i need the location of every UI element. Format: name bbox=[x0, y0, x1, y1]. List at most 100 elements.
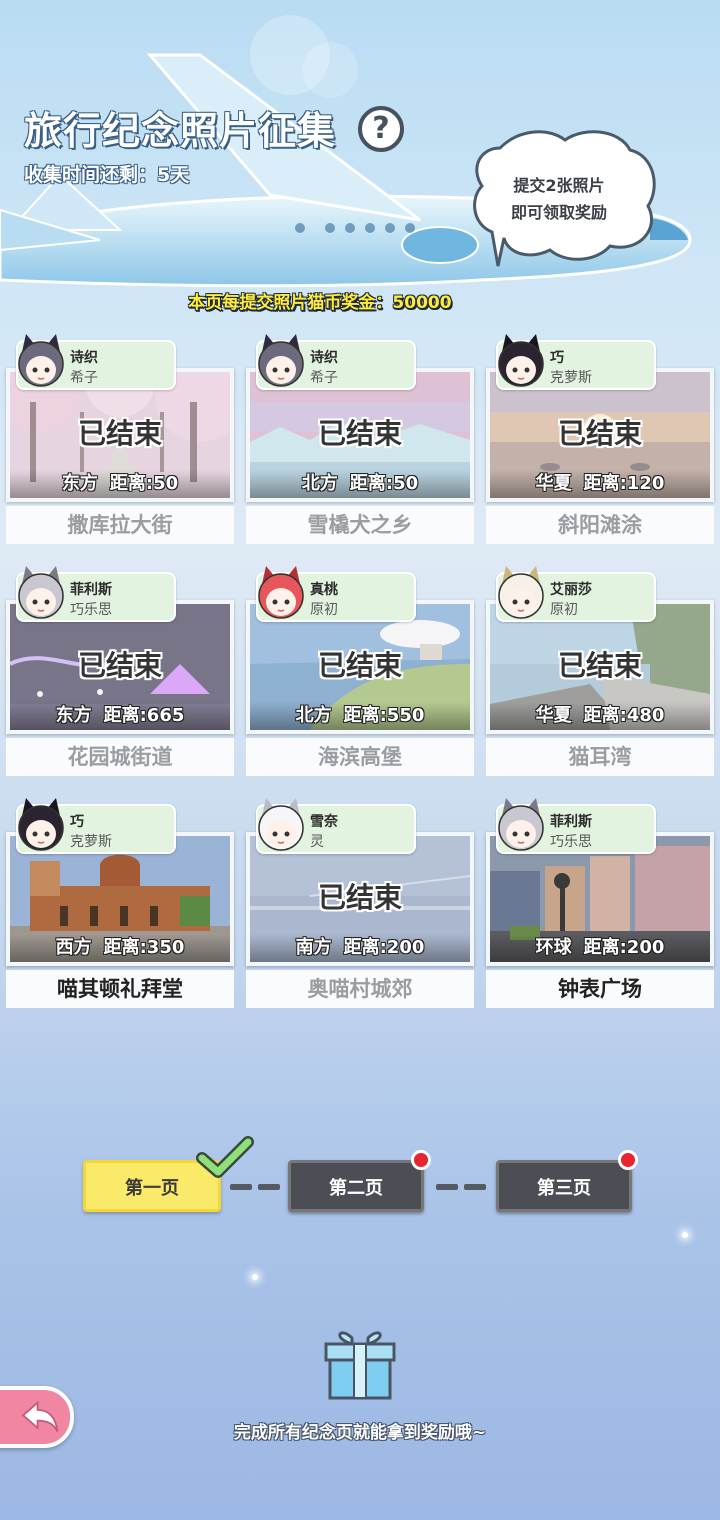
ended-label: 已结束 bbox=[317, 881, 402, 914]
sparkle bbox=[252, 1274, 258, 1280]
distance-label: 南方 距离:200 bbox=[250, 934, 470, 962]
distance-label: 东方 距离:50 bbox=[10, 470, 230, 498]
avatar bbox=[498, 566, 544, 619]
page-title: 旅行纪念照片征集 bbox=[24, 109, 337, 153]
back-button[interactable] bbox=[0, 1386, 74, 1448]
avatar bbox=[258, 566, 304, 619]
distance: 距离:550 bbox=[343, 705, 425, 726]
location-name: 喵其顿礼拜堂 bbox=[6, 970, 234, 1008]
avatar bbox=[498, 798, 544, 851]
ended-label: 已结束 bbox=[557, 417, 642, 450]
location-name: 海滨高堡 bbox=[246, 738, 474, 776]
location-name: 花园城街道 bbox=[6, 738, 234, 776]
ended-label: 已结束 bbox=[77, 417, 162, 450]
avatar bbox=[18, 334, 64, 387]
contributor-name-2: 灵 bbox=[310, 834, 324, 850]
direction: 东方 bbox=[55, 705, 92, 726]
contributor-name-1: 菲利斯 bbox=[550, 814, 592, 830]
distance: 距离:480 bbox=[583, 705, 665, 726]
location-name: 斜阳滩涂 bbox=[486, 506, 714, 544]
distance-label: 华夏 距离:480 bbox=[490, 702, 710, 730]
distance: 距离:200 bbox=[343, 937, 425, 958]
avatar bbox=[18, 566, 64, 619]
distance-label: 北方 距离:50 bbox=[250, 470, 470, 498]
location-name: 雪橇犬之乡 bbox=[246, 506, 474, 544]
ended-label: 已结束 bbox=[317, 417, 402, 450]
contributor-name-2: 原初 bbox=[550, 602, 578, 618]
distance: 距离:50 bbox=[109, 473, 179, 494]
contributor-name-2: 希子 bbox=[310, 370, 338, 386]
ended-label: 已结束 bbox=[77, 649, 162, 682]
location-card[interactable]: 环球 距离:200 钟表广场 菲利斯 巧乐思 bbox=[486, 798, 714, 1010]
remaining-label: 收集时间还剩： bbox=[24, 164, 158, 186]
gift-icon[interactable] bbox=[322, 1326, 398, 1402]
contributor-name-2: 克萝斯 bbox=[550, 370, 592, 386]
location-card[interactable]: 已结束 南方 距离:200 奥喵村城郊 雪奈 灵 bbox=[246, 798, 474, 1010]
avatar bbox=[258, 334, 304, 387]
distance-label: 环球 距离:200 bbox=[490, 934, 710, 962]
location-card[interactable]: 已结束 东方 距离:665 花园城街道 菲利斯 巧乐思 bbox=[6, 566, 234, 778]
contributor-name-1: 诗织 bbox=[70, 350, 98, 366]
contributor-name-2: 希子 bbox=[70, 370, 98, 386]
distance: 距离:120 bbox=[583, 473, 665, 494]
direction: 北方 bbox=[301, 473, 338, 494]
location-card[interactable]: 已结束 北方 距离:50 雪橇犬之乡 诗织 希子 bbox=[246, 334, 474, 546]
pager-connector bbox=[464, 1184, 486, 1190]
direction: 北方 bbox=[295, 705, 332, 726]
contributor-name-2: 巧乐思 bbox=[70, 602, 112, 618]
location-name: 撒库拉大街 bbox=[6, 506, 234, 544]
contributor-name-2: 巧乐思 bbox=[550, 834, 592, 850]
distance-label: 北方 距离:550 bbox=[250, 702, 470, 730]
direction: 华夏 bbox=[535, 705, 572, 726]
contributor-name-1: 艾丽莎 bbox=[550, 582, 592, 598]
sparkle bbox=[682, 1232, 688, 1238]
page-2-button[interactable]: 第二页 bbox=[288, 1160, 424, 1212]
bubble-line-2: 即可领取奖励 bbox=[510, 203, 607, 222]
contributor-name-1: 诗织 bbox=[310, 350, 338, 366]
pager-connector bbox=[436, 1184, 458, 1190]
pager-connector bbox=[258, 1184, 280, 1190]
remaining-value: 5天 bbox=[157, 164, 190, 186]
location-card[interactable]: 已结束 华夏 距离:480 猫耳湾 艾丽莎 原初 bbox=[486, 566, 714, 778]
avatar bbox=[258, 798, 304, 851]
direction: 西方 bbox=[55, 937, 92, 958]
distance-label: 西方 距离:350 bbox=[10, 934, 230, 962]
avatar bbox=[18, 798, 64, 851]
location-name: 猫耳湾 bbox=[486, 738, 714, 776]
location-card[interactable]: 已结束 北方 距离:550 海滨高堡 真桃 原初 bbox=[246, 566, 474, 778]
distance-label: 华夏 距离:120 bbox=[490, 470, 710, 498]
bubble-text: 提交2张照片 即可领取奖励 bbox=[482, 172, 636, 226]
location-name: 奥喵村城郊 bbox=[246, 970, 474, 1008]
notification-dot-icon bbox=[618, 1150, 638, 1170]
contributor-name-1: 巧 bbox=[70, 814, 84, 830]
contributor-name-1: 真桃 bbox=[310, 582, 338, 598]
contributor-name-2: 克萝斯 bbox=[70, 834, 112, 850]
ended-label: 已结束 bbox=[317, 649, 402, 682]
contributor-name-1: 雪奈 bbox=[310, 814, 338, 830]
page-3-button[interactable]: 第三页 bbox=[496, 1160, 632, 1212]
location-card[interactable]: 已结束 华夏 距离:120 斜阳滩涂 巧 克萝斯 bbox=[486, 334, 714, 546]
distance: 距离:665 bbox=[103, 705, 185, 726]
distance: 距离:200 bbox=[583, 937, 665, 958]
distance: 距离:50 bbox=[349, 473, 419, 494]
direction: 南方 bbox=[295, 937, 332, 958]
check-icon bbox=[196, 1136, 254, 1178]
avatar bbox=[498, 334, 544, 387]
location-card[interactable]: 已结束 东方 距离:50 撒库拉大街 诗织 希子 bbox=[6, 334, 234, 546]
contributor-name-2: 原初 bbox=[310, 602, 338, 618]
reward-hint: 完成所有纪念页就能拿到奖励哦~ bbox=[233, 1423, 487, 1443]
distance-label: 东方 距离:665 bbox=[10, 702, 230, 730]
notification-dot-icon bbox=[411, 1150, 431, 1170]
pager-connector bbox=[230, 1184, 252, 1190]
ended-label: 已结束 bbox=[557, 649, 642, 682]
location-card[interactable]: 西方 距离:350 喵其顿礼拜堂 巧 克萝斯 bbox=[6, 798, 234, 1010]
bonus-text: 本页每提交照片猫币奖金：50000 bbox=[188, 293, 452, 313]
bubble-line-1: 提交2张照片 bbox=[513, 176, 605, 195]
direction: 环球 bbox=[535, 937, 572, 958]
direction: 华夏 bbox=[535, 473, 572, 494]
help-icon[interactable]: ? bbox=[358, 106, 404, 152]
remaining-time: 收集时间还剩：5天 bbox=[24, 160, 189, 187]
back-arrow-icon bbox=[21, 1400, 59, 1432]
contributor-name-1: 菲利斯 bbox=[70, 582, 112, 598]
location-name: 钟表广场 bbox=[486, 970, 714, 1008]
